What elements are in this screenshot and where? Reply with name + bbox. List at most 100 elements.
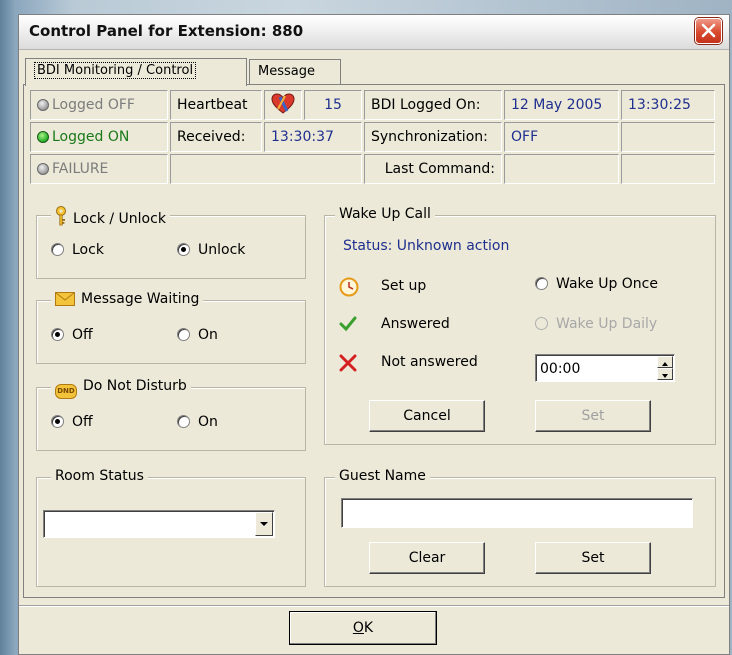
do-not-disturb-legend: DND Do Not Disturb <box>51 378 191 399</box>
heartbeat-icon <box>271 93 295 114</box>
tab-label: Message <box>258 64 315 79</box>
empty-cell <box>621 154 715 184</box>
spin-down-button[interactable] <box>657 368 673 380</box>
bdi-logged-on-date: 12 May 2005 <box>504 90 619 120</box>
tab-label: BDI Monitoring / Control <box>34 62 197 79</box>
radio-indicator <box>177 328 190 341</box>
received-label: Received: <box>170 122 262 152</box>
window-title: Control Panel for Extension: 880 <box>29 22 304 40</box>
wake-up-call-legend: Wake Up Call <box>335 206 435 222</box>
led-green-icon <box>37 131 49 143</box>
wake-up-daily-radio[interactable]: Wake Up Daily <box>535 316 657 332</box>
received-value: 13:30:37 <box>264 122 362 152</box>
tab-panel: Logged OFF Heartbeat 15 BDI Logged On: 1… <box>23 84 725 598</box>
radio-label: Off <box>72 327 93 343</box>
radio-label: Off <box>72 414 93 430</box>
dialog-window: Control Panel for Extension: 880 BDI Mon… <box>18 14 730 655</box>
radio-label: Unlock <box>198 242 246 258</box>
message-waiting-off-radio[interactable]: Off <box>51 327 93 343</box>
radio-label: Wake Up Daily <box>556 316 658 332</box>
lock-unlock-group: Lock / Unlock Lock Unlock <box>36 206 306 279</box>
clear-button[interactable]: Clear <box>369 542 485 574</box>
key-icon <box>56 206 66 226</box>
led-gray-icon <box>37 163 49 175</box>
radio-label: Lock <box>72 242 104 258</box>
radio-label: On <box>198 327 218 343</box>
lock-unlock-legend: Lock / Unlock <box>51 206 170 227</box>
cancel-button[interactable]: Cancel <box>369 400 485 432</box>
dnd-icon: DND <box>55 384 77 399</box>
dnd-on-radio[interactable]: On <box>177 414 218 430</box>
close-button[interactable] <box>695 18 722 44</box>
room-status-group: Room Status <box>36 468 306 587</box>
bdi-logged-on-time: 13:30:25 <box>621 90 715 120</box>
logged-on-label: Logged ON <box>52 129 130 145</box>
synchronization-value: OFF <box>504 122 619 152</box>
last-command-label: Last Command: <box>364 154 502 184</box>
radio-indicator <box>51 243 64 256</box>
guest-set-button[interactable]: Set <box>535 542 651 574</box>
legend-text: Lock / Unlock <box>73 211 166 227</box>
led-gray-icon <box>37 99 49 111</box>
heartbeat-icon-cell <box>264 90 302 120</box>
message-waiting-on-radio[interactable]: On <box>177 327 218 343</box>
title-bar[interactable]: Control Panel for Extension: 880 <box>19 15 729 50</box>
wake-up-time-input[interactable]: 00:00 <box>535 354 675 382</box>
room-status-dropdown[interactable] <box>43 510 275 538</box>
failure-label: FAILURE <box>52 161 109 177</box>
close-icon <box>701 23 716 38</box>
empty-cell <box>170 154 362 184</box>
guest-name-group: Guest Name Clear Set <box>324 468 716 587</box>
heartbeat-label: Heartbeat <box>170 90 262 120</box>
clock-icon <box>339 277 359 297</box>
legend-text: Message Waiting <box>81 291 200 307</box>
answered-label: Answered <box>381 316 450 332</box>
radio-indicator <box>51 415 64 428</box>
radio-indicator <box>51 328 64 341</box>
empty-cell <box>621 122 715 152</box>
not-answered-label: Not answered <box>381 354 478 370</box>
logged-on-indicator: Logged ON <box>30 122 168 152</box>
ok-label: OK <box>352 620 374 636</box>
unlock-radio[interactable]: Unlock <box>177 242 245 258</box>
wake-up-set-button[interactable]: Set <box>535 400 651 432</box>
guest-name-legend: Guest Name <box>335 468 430 484</box>
message-waiting-legend: Message Waiting <box>51 291 204 307</box>
ok-button[interactable]: OK <box>289 611 437 645</box>
failure-indicator: FAILURE <box>30 154 168 184</box>
tab-message[interactable]: Message <box>249 59 341 85</box>
radio-label: On <box>198 414 218 430</box>
wake-up-status: Status: Unknown action <box>343 238 510 254</box>
dnd-off-radio[interactable]: Off <box>51 414 93 430</box>
last-command-value <box>504 154 619 184</box>
radio-indicator <box>535 317 548 330</box>
guest-name-input[interactable] <box>341 498 693 528</box>
radio-label: Wake Up Once <box>556 276 658 292</box>
do-not-disturb-group: DND Do Not Disturb Off On <box>36 378 306 451</box>
cross-icon <box>339 354 357 372</box>
wake-up-call-group: Wake Up Call Status: Unknown action Set … <box>324 206 716 445</box>
tab-bdi-monitoring[interactable]: BDI Monitoring / Control <box>25 58 247 86</box>
message-waiting-group: Message Waiting Off On <box>36 291 306 364</box>
dropdown-button[interactable] <box>255 512 273 536</box>
lock-radio[interactable]: Lock <box>51 242 104 258</box>
radio-indicator <box>177 243 190 256</box>
radio-indicator <box>177 415 190 428</box>
envelope-icon <box>55 292 75 306</box>
time-value: 00:00 <box>540 361 581 377</box>
heartbeat-value: 15 <box>304 90 362 120</box>
legend-text: Do Not Disturb <box>83 378 187 394</box>
synchronization-label: Synchronization: <box>364 122 502 152</box>
wake-up-once-radio[interactable]: Wake Up Once <box>535 276 658 292</box>
room-status-legend: Room Status <box>51 468 148 484</box>
logged-off-label: Logged OFF <box>52 97 135 113</box>
bdi-logged-on-label: BDI Logged On: <box>364 90 502 120</box>
checkmark-icon <box>339 316 357 332</box>
arrow-down-icon <box>662 374 668 378</box>
chevron-down-icon <box>260 522 268 526</box>
radio-indicator <box>535 277 548 290</box>
bottom-separator <box>19 605 729 607</box>
spin-up-button[interactable] <box>657 356 673 368</box>
logged-off-indicator: Logged OFF <box>30 90 168 120</box>
set-up-label: Set up <box>381 278 427 294</box>
